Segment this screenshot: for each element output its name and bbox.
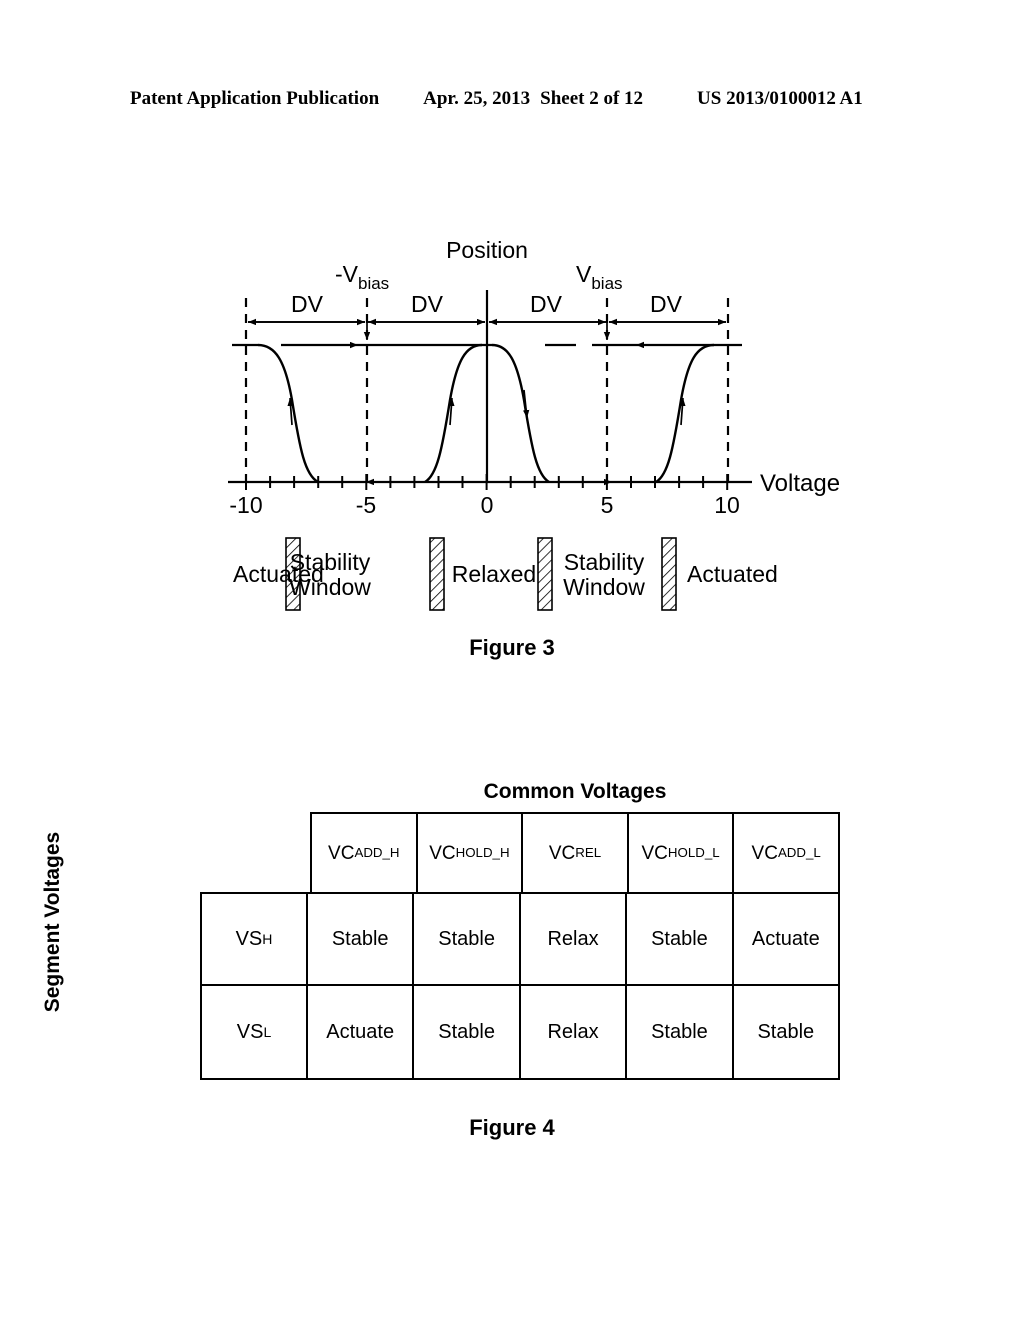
table-cell: Stable [757,1020,815,1043]
column-header-rel: VC REL [523,814,629,892]
column-header-subscript: HOLD_H [455,845,510,861]
column-header-text: VC [751,842,778,864]
table-cell: Stable [627,894,734,984]
figure-4-caption: Figure 4 [469,1115,555,1140]
table-cell: Actuate [308,986,415,1078]
voltage-axis-ticks [245,474,729,490]
dv-label-3: DV [530,291,563,317]
region-label-stability-right-line1: Stability [564,549,645,575]
region-label-stability-left-line1: Stability [290,549,371,575]
row-header-vs-h: VS H [202,894,308,984]
common-voltages-title: Common Voltages [483,780,667,803]
pos-vbias-label: Vbias [576,261,623,293]
tick-label-neg10: -10 [229,492,262,518]
row-header-subscript: H [262,931,273,947]
dv-label-4: DV [650,291,683,317]
column-header-text: VC [641,842,668,864]
table-row: VS L Actuate Stable Relax Stable Stable [202,986,838,1078]
table-row: VS H Stable Stable Relax Stable Actuate [202,894,838,986]
column-header-hold-l: VC HOLD_L [629,814,735,892]
figure-4: Common Voltages Segment Voltages VC ADD_H… [0,770,1024,1190]
column-header-subscript: REL [575,845,602,861]
region-labels: Actuated Stability Window Relaxed Stabil… [233,549,778,600]
row-header-vs-l: VS L [202,986,308,1078]
table-cell: Stable [627,986,734,1078]
region-label-stability-left-line2: Window [289,574,371,600]
neg-vbias-label: -Vbias [335,261,389,293]
region-label-actuated-right: Actuated [687,561,778,587]
hysteresis-chart: Position -Vbias Vbias DV DV DV DV -10 -5… [228,237,840,611]
column-header-text: VC [328,842,355,864]
figure-3: Position -Vbias Vbias DV DV DV DV -10 -5… [0,210,1024,680]
row-header-text: VS [236,1020,264,1043]
row-header-text: VS [235,927,263,950]
chart-top-labels: Position -Vbias Vbias [335,237,623,293]
table-body: VS H Stable Stable Relax Stable Actuate V… [200,892,840,1080]
curve-neg-inner [491,343,550,484]
column-header-subscript: ADD_L [777,845,821,861]
table-cell: Stable [414,986,521,1078]
column-header-add-l: VC ADD_L [734,814,838,892]
column-header-hold-h: VC HOLD_H [418,814,524,892]
column-header-text: VC [429,842,456,864]
dv-label-1: DV [291,291,324,317]
tick-label-5: 5 [601,492,614,518]
table-cell: Stable [414,894,521,984]
column-header-text: VC [548,842,576,864]
publication-date: Apr. 25, 2013 [423,88,531,109]
column-header-subscript: ADD_H [354,845,400,861]
dv-label-2: DV [411,291,444,317]
tick-label-neg5: -5 [356,492,376,518]
voltage-state-table: VC ADD_H VC HOLD_H VC REL VC HOLD_L VC ADD_L … [200,812,840,1080]
table-cell: Actuate [751,927,820,950]
position-axis-label: Position [446,237,528,263]
column-header-subscript: HOLD_L [667,845,720,861]
table-header-row: VC ADD_H VC HOLD_H VC REL VC HOLD_L VC ADD_L [310,812,840,892]
segment-voltages-title: Segment Voltages [41,831,64,1013]
table-cell: Stable [308,894,415,984]
table-cell: Relax [521,986,628,1078]
table-cell: Relax [521,894,628,984]
region-divider-3 [537,537,553,611]
column-header-add-h: VC ADD_H [312,814,418,892]
curve-neg-outer [257,343,319,484]
figure-3-caption: Figure 3 [469,635,555,660]
tick-label-10: 10 [714,492,740,518]
voltage-axis-label: Voltage [760,470,840,497]
curve-pos-inner [424,343,483,484]
sheet-number: Sheet 2 of 12 [540,88,644,109]
tick-label-0: 0 [481,492,494,518]
region-divider-4 [661,537,677,611]
row-header-subscript: L [263,1024,272,1040]
curve-pos-outer [655,343,715,484]
region-divider-2 [429,537,445,611]
publication-header: Patent Application Publication Apr. 25, … [130,88,894,114]
region-label-stability-right-line2: Window [563,574,645,600]
region-label-relaxed: Relaxed [452,561,536,587]
patent-number: US 2013/0100012 A1 [697,88,863,109]
publication-title: Patent Application Publication [130,88,380,109]
voltage-tick-labels: -10 -5 0 5 10 [229,492,739,518]
